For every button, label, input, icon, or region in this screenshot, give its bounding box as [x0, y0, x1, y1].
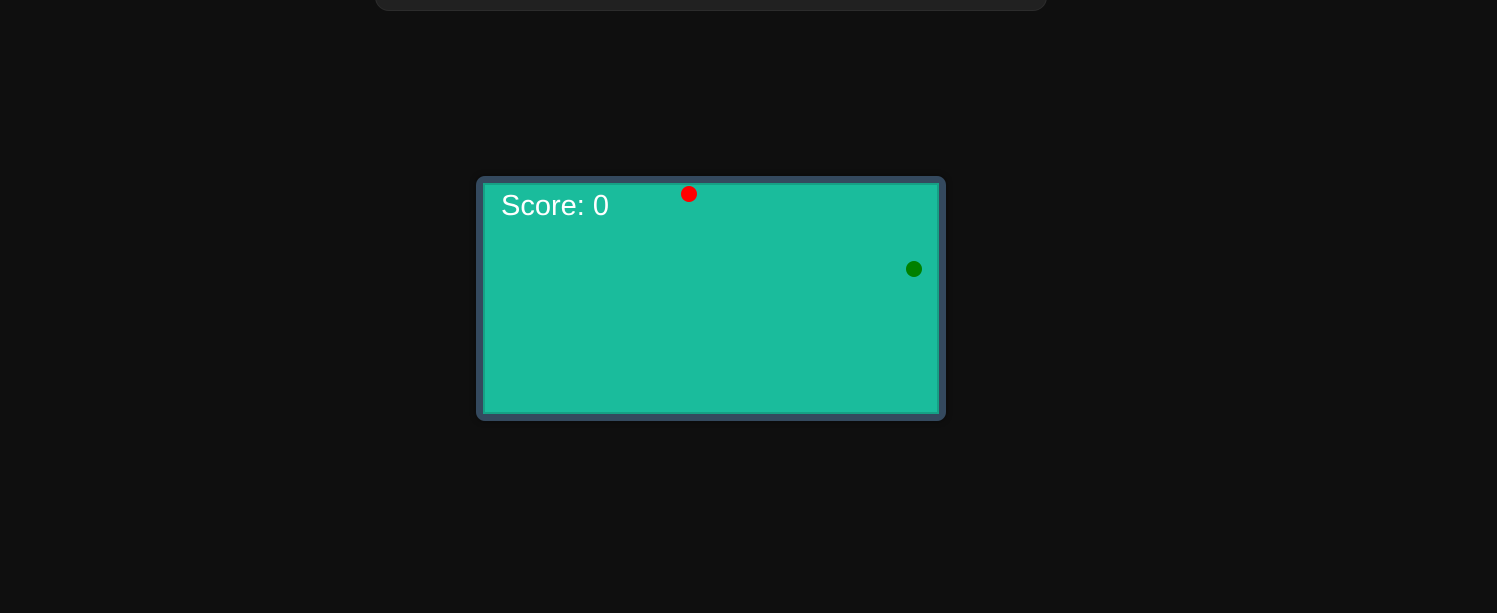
game-canvas[interactable]: Score: 0 — [483, 183, 939, 414]
game-frame: Score: 0 — [476, 176, 946, 421]
red-dot — [681, 186, 697, 202]
top-panel — [375, 0, 1047, 11]
green-dot — [906, 261, 922, 277]
score-display: Score: 0 — [501, 190, 609, 222]
